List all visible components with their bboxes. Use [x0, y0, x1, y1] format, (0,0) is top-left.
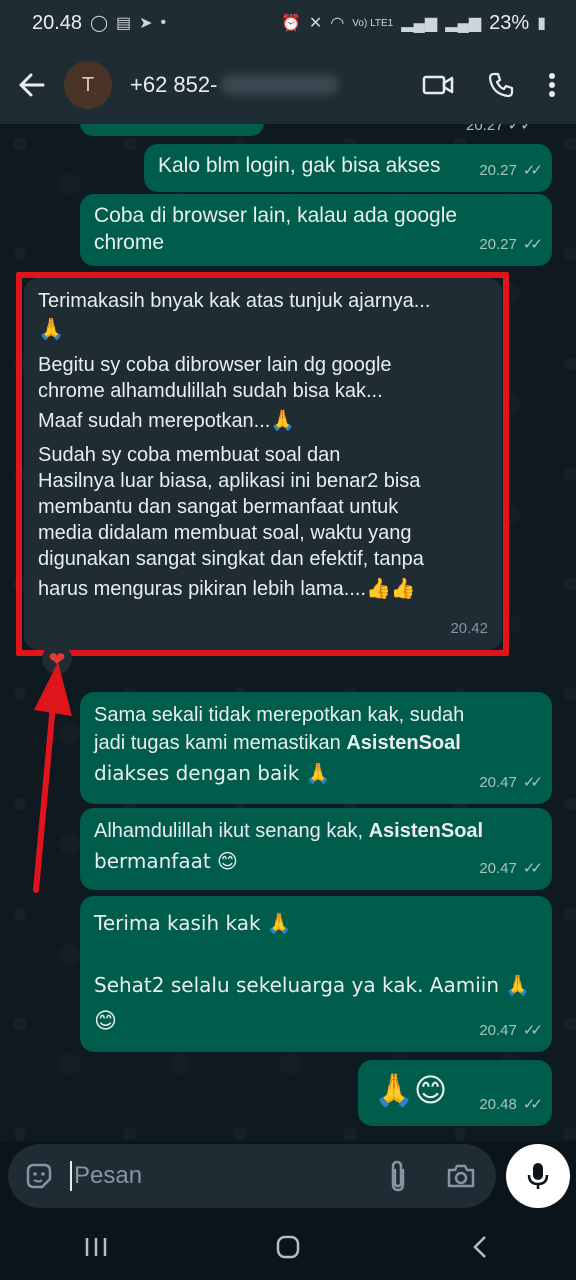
more-notifications-dot-icon: •	[160, 14, 167, 31]
message-bubble[interactable]: Coba di browser lain, kalau ada google c…	[80, 194, 552, 266]
wifi-icon: ◠	[330, 15, 345, 32]
back-nav-icon	[473, 1236, 486, 1258]
battery-icon: ▮	[537, 15, 546, 32]
mute-icon: ✕	[308, 15, 323, 32]
message-text: Terima kasih kak 🙏	[94, 911, 292, 935]
double-check-icon: ✓✓	[522, 162, 543, 179]
contact-number-redacted	[221, 75, 340, 95]
message-bubble[interactable]: Alhamdulillah ikut senang kak, AsistenSo…	[80, 808, 552, 890]
input-bar: Pesan	[0, 1142, 576, 1214]
contact-number-visible: +62 852-	[130, 72, 218, 97]
input-actions	[388, 1160, 480, 1192]
message-text: Sehat2 selalu sekeluarga ya kak. Aamiin …	[94, 973, 531, 997]
message-meta: 20.27 ✓✓	[479, 231, 543, 258]
message-text-line: jadi tugas kami memastikan AsistenSoal	[94, 730, 461, 757]
message-text: 🙏😊	[374, 1071, 448, 1109]
message-bubble[interactable]: Kalo blm login, gak bisa akses 20.27 ✓✓	[144, 144, 552, 192]
message-text: Sama sekali tidak merepotkan kak, sudah	[94, 704, 465, 726]
annotation-arrow	[33, 662, 72, 893]
chat-header: T +62 852-	[0, 46, 576, 124]
message-meta: 20.47 ✓✓	[479, 855, 543, 882]
sticker-icon[interactable]	[24, 1161, 54, 1191]
message-time: 20.47	[479, 774, 517, 791]
message-input-placeholder: Pesan	[74, 1162, 143, 1189]
status-bar: 20.48 ◯ ▤ ➤ • ⏰ ✕ ◠ Vo) LTE1 ▂▄▆ ▂▄▆ 23%…	[0, 0, 576, 46]
message-text: 😊	[94, 1009, 117, 1034]
highlight-box	[16, 272, 509, 656]
home-button[interactable]	[258, 1222, 318, 1272]
message-text: Alhamdulillah ikut senang kak,	[94, 820, 369, 842]
recent-apps-button[interactable]	[66, 1222, 126, 1272]
signal-icon: ▂▄▆	[401, 15, 438, 32]
message-time: 20.27	[479, 236, 517, 253]
message-meta: 20.27 ✓✓	[479, 157, 543, 184]
avatar-initial: T	[81, 73, 95, 96]
message-text: bermanfaat 😊	[94, 849, 238, 873]
voice-call-button[interactable]	[488, 72, 514, 98]
double-check-icon: ✓✓	[522, 1022, 543, 1039]
voice-message-button[interactable]	[506, 1144, 570, 1208]
signal-2-icon: ▂▄▆	[445, 15, 482, 32]
more-options-button[interactable]	[548, 72, 556, 98]
message-text: jadi tugas kami memastikan	[94, 732, 347, 754]
attach-icon[interactable]	[388, 1160, 408, 1192]
message-meta: 20.48 ✓✓	[479, 1091, 543, 1118]
contact-name[interactable]: +62 852-	[130, 72, 340, 98]
message-time: 20.47	[479, 860, 517, 877]
message-meta: 20.47 ✓✓	[479, 769, 543, 796]
camera-icon[interactable]	[446, 1163, 476, 1189]
message-partial-time: 20.27 ✓✓	[466, 124, 533, 134]
status-left: 20.48 ◯ ▤ ➤ •	[32, 12, 166, 35]
message-text: diakses dengan baik 🙏	[94, 761, 331, 785]
phone-icon	[488, 72, 514, 98]
double-check-icon: ✓✓	[522, 1096, 543, 1113]
mic-icon	[527, 1163, 549, 1189]
whatsapp-notification-icon: ◯	[90, 15, 108, 32]
home-icon	[276, 1235, 300, 1259]
text-cursor	[70, 1161, 72, 1191]
back-arrow-icon	[19, 73, 45, 97]
message-input[interactable]: Pesan	[8, 1144, 496, 1208]
back-nav-button[interactable]	[450, 1222, 510, 1272]
message-bubble[interactable]: Terima kasih kak 🙏 Sehat2 selalu sekelua…	[80, 896, 552, 1052]
back-button[interactable]	[0, 46, 64, 124]
double-check-icon: ✓✓	[522, 774, 543, 791]
double-check-icon: ✓✓	[522, 236, 543, 253]
system-nav-bar	[0, 1214, 576, 1280]
message-bubble[interactable]: 🙏😊 20.48 ✓✓	[358, 1060, 552, 1126]
message-text: Kalo blm login, gak bisa akses	[158, 154, 441, 177]
message-time: 20.48	[479, 1096, 517, 1113]
video-call-button[interactable]	[422, 73, 454, 97]
message-bubble[interactable]: Sama sekali tidak merepotkan kak, sudah …	[80, 692, 552, 804]
avatar[interactable]: T	[64, 61, 112, 109]
alarm-icon: ⏰	[281, 15, 301, 32]
message-meta: 20.47 ✓✓	[479, 1017, 543, 1044]
message-time: 20.27	[479, 162, 517, 179]
double-check-icon: ✓✓	[522, 860, 543, 877]
video-call-icon	[422, 75, 454, 95]
message-notification-icon: ▤	[115, 15, 132, 32]
network-label: Vo) LTE1	[352, 17, 394, 29]
brand-name: AsistenSoal	[368, 820, 484, 842]
message-text: Coba di browser lain, kalau ada google	[94, 204, 458, 227]
more-options-icon	[549, 73, 555, 97]
telegram-notification-icon: ➤	[139, 15, 153, 32]
battery-percent: 23%	[489, 11, 530, 34]
recent-apps-icon	[85, 1238, 107, 1256]
status-right: ⏰ ✕ ◠ Vo) LTE1 ▂▄▆ ▂▄▆ 23% ▮	[281, 12, 546, 35]
message-bubble-partial[interactable]	[80, 124, 264, 136]
brand-name: AsistenSoal	[346, 732, 461, 754]
header-actions	[422, 72, 576, 98]
chat-messages[interactable]: 20.27 ✓✓ Kalo blm login, gak bisa akses …	[0, 124, 576, 1142]
message-time: 20.47	[479, 1022, 517, 1039]
status-time: 20.48	[32, 11, 83, 34]
message-text-line: Alhamdulillah ikut senang kak, AsistenSo…	[94, 818, 483, 845]
message-text: chrome	[94, 231, 165, 254]
